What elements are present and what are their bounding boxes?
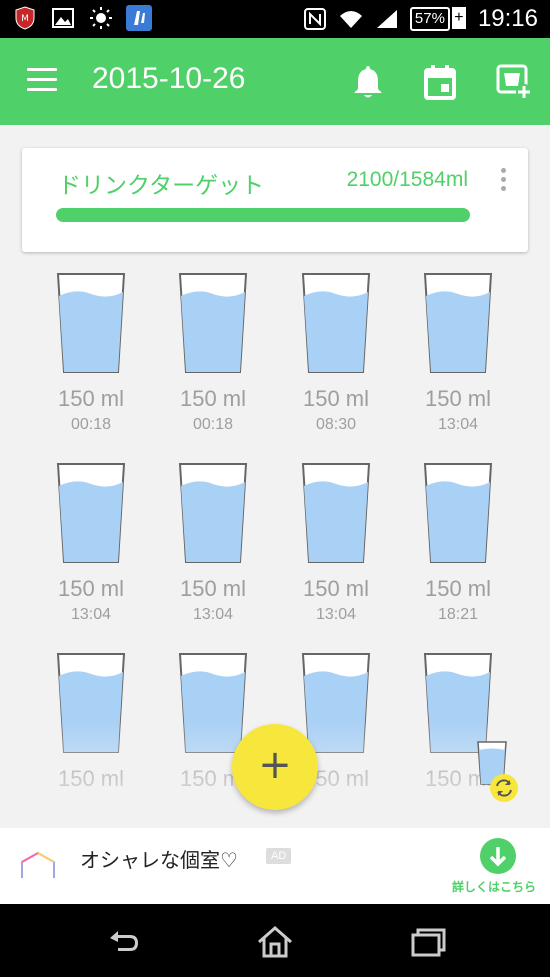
image-icon <box>50 5 76 31</box>
cup-switch-button[interactable] <box>474 740 524 804</box>
drink-entry[interactable]: 150 ml 13:04 <box>152 458 274 638</box>
bell-icon[interactable] <box>348 62 388 102</box>
ad-badge: AD <box>266 848 292 864</box>
mcafee-icon: M <box>12 5 38 31</box>
drink-entry[interactable]: 150 ml 13:04 <box>275 458 397 638</box>
recent-apps-icon[interactable] <box>408 922 448 962</box>
add-drink-label: + <box>258 742 292 788</box>
battery-icon: 57% <box>409 7 466 31</box>
drink-entry[interactable]: 150 ml 00:18 <box>30 268 152 448</box>
status-time: 19:16 <box>477 5 538 32</box>
target-title: ドリンクターゲット <box>58 173 265 199</box>
drink-entry[interactable]: 150 ml 08:30 <box>275 268 397 448</box>
drink-time: 00:18 <box>192 416 234 433</box>
water-glass-icon <box>30 462 152 566</box>
target-value: 2100/1584ml <box>346 168 468 191</box>
drink-target-card[interactable]: ドリンクターゲット 2100/1584ml <box>22 148 528 252</box>
page-title: 2015-10-26 <box>92 62 246 95</box>
app-icon <box>126 5 152 31</box>
back-icon[interactable] <box>104 922 144 962</box>
drink-time: 13:04 <box>437 416 479 433</box>
progress-fill <box>56 208 470 222</box>
drink-entry[interactable]: 150 ml 00:18 <box>152 268 274 448</box>
water-glass-icon <box>275 462 397 566</box>
water-glass-icon <box>275 272 397 376</box>
drink-entry[interactable]: 150 ml 13:04 <box>30 458 152 638</box>
status-bar: M 57% 19:16 <box>0 0 550 38</box>
water-glass-icon <box>152 272 274 376</box>
drink-amount: 150 ml <box>424 576 492 601</box>
ad-banner[interactable]: オシャレな個室♡ AD 詳しくはこちら <box>0 828 550 904</box>
drink-time: 08:30 <box>315 416 357 433</box>
ad-title: オシャレな個室♡ <box>80 848 238 872</box>
app-bar: 2015-10-26 <box>0 38 550 125</box>
drink-amount: 150 ml <box>57 576 125 601</box>
more-options-icon[interactable] <box>498 168 508 194</box>
drink-entry[interactable]: 150 ml 18:21 <box>397 458 519 638</box>
drink-time: 13:04 <box>315 606 357 623</box>
menu-icon[interactable] <box>27 68 59 94</box>
home-icon[interactable] <box>255 922 295 962</box>
drink-amount: 150 ml <box>302 576 370 601</box>
drink-amount: 150 ml <box>302 386 370 411</box>
calendar-icon[interactable] <box>420 62 460 102</box>
drink-log-grid: 150 ml 00:18 150 ml 00:18 150 ml 08:30 150 ml 1… <box>30 268 520 798</box>
drink-time: 18:21 <box>437 606 479 623</box>
target-progress-bar <box>56 208 470 222</box>
drink-time: 13:04 <box>70 606 112 623</box>
water-glass-icon <box>30 652 152 756</box>
signal-icon <box>374 6 400 32</box>
brightness-icon <box>88 5 114 31</box>
drink-time: 13:04 <box>192 606 234 623</box>
water-glass-icon <box>30 272 152 376</box>
drink-amount: 150 ml <box>57 386 125 411</box>
drink-amount: 150 ml <box>57 766 125 791</box>
drink-amount: 150 ml <box>424 386 492 411</box>
battery-level: 57% <box>414 10 445 27</box>
wifi-icon <box>338 6 364 32</box>
drink-entry[interactable]: 150 ml 13:04 <box>397 268 519 448</box>
ad-logo-icon <box>18 850 58 884</box>
water-glass-icon <box>152 462 274 566</box>
ad-cta-link[interactable]: 詳しくはこちら <box>452 878 536 895</box>
download-icon[interactable] <box>480 838 516 874</box>
system-nav-bar <box>0 904 550 977</box>
drink-amount: 150 ml <box>179 576 247 601</box>
add-drink-button[interactable]: + <box>232 724 318 810</box>
water-glass-icon <box>397 272 519 376</box>
add-cup-icon[interactable] <box>494 62 534 102</box>
drink-time: 00:18 <box>70 416 112 433</box>
svg-text:M: M <box>21 14 29 24</box>
drink-entry[interactable]: 150 ml <box>30 648 152 798</box>
drink-amount: 150 ml <box>179 386 247 411</box>
water-glass-icon <box>397 462 519 566</box>
nfc-icon <box>302 6 328 32</box>
